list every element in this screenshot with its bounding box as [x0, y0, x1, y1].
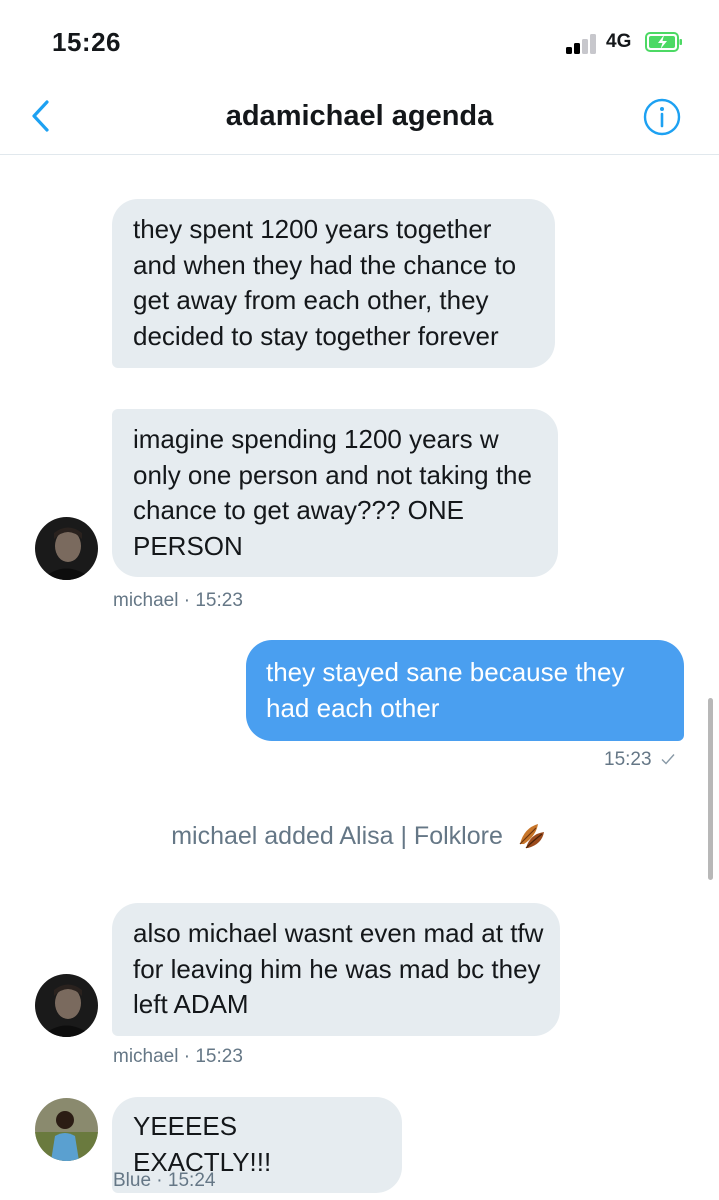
battery-charging-icon: [645, 32, 682, 52]
signal-icon: [566, 34, 602, 54]
conversation-title: adamichael agenda: [225, 100, 494, 132]
network-label: 4G: [606, 31, 632, 52]
conversation-header: adamichael agenda: [0, 80, 719, 155]
message-meta: michael · 15:23: [113, 590, 243, 611]
message-bubble-incoming[interactable]: they spent 1200 years together and when …: [112, 199, 555, 368]
fallen-leaf-emoji: [519, 824, 544, 849]
checkmark-icon: [661, 754, 675, 765]
status-bar: 15:26 4G: [0, 0, 719, 80]
info-icon[interactable]: [642, 97, 682, 137]
avatar[interactable]: [35, 1098, 98, 1161]
message-bubble-incoming[interactable]: imagine spending 1200 years w only one p…: [112, 409, 558, 577]
message-bubble-incoming[interactable]: also michael wasnt even mad at tfw for l…: [112, 903, 560, 1036]
system-event: michael added Alisa | Folklore: [0, 818, 719, 851]
message-meta: michael · 15:23: [113, 1046, 243, 1067]
message-time: 15:23: [604, 749, 652, 770]
avatar[interactable]: [35, 974, 98, 1037]
message-bubble-outgoing[interactable]: they stayed sane because they had each o…: [246, 640, 684, 741]
message-meta-outgoing: 15:23: [604, 749, 675, 771]
message-meta: Blue · 15:24: [113, 1170, 216, 1191]
status-time: 15:26: [52, 27, 121, 57]
avatar[interactable]: [35, 517, 98, 580]
scrollbar[interactable]: [708, 698, 713, 880]
system-event-text: michael added Alisa | Folklore: [171, 822, 503, 850]
